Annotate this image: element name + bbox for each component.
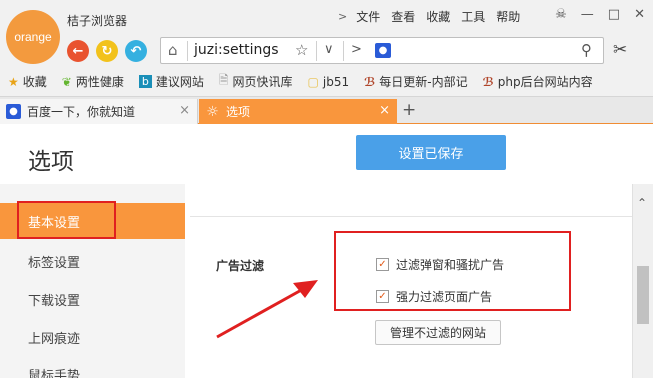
annotation-arrow-icon bbox=[216, 280, 318, 339]
